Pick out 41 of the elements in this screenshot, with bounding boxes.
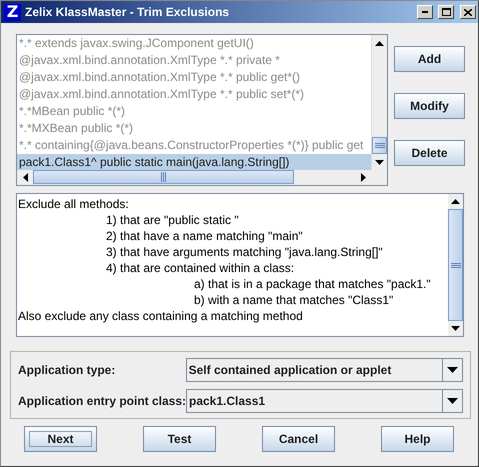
minimize-icon bbox=[422, 11, 428, 13]
dropdown[interactable]: pack1.Class1 bbox=[186, 389, 463, 413]
dialog-button[interactable]: Help bbox=[381, 426, 454, 452]
maximize-icon bbox=[442, 8, 450, 16]
description-line: 2) that have a name matching "main" bbox=[106, 229, 303, 243]
window-title: Zelix KlassMaster - Trim Exclusions bbox=[25, 5, 230, 19]
description-line: 4) that are contained within a class: bbox=[106, 261, 294, 275]
down-arrow-icon bbox=[451, 326, 460, 331]
description-line: 1) that are "public static " bbox=[106, 213, 239, 227]
maximize-button[interactable] bbox=[438, 5, 454, 19]
dialog-button[interactable]: Cancel bbox=[262, 426, 335, 452]
action-button[interactable]: Add bbox=[394, 46, 465, 72]
close-button[interactable] bbox=[460, 5, 476, 19]
grip-icon bbox=[374, 143, 384, 148]
horizontal-scrollbar[interactable] bbox=[17, 170, 371, 185]
dropdown-arrow-icon bbox=[447, 367, 458, 373]
dropdown-arrow-icon bbox=[447, 398, 458, 404]
app-logo: Z bbox=[4, 4, 21, 20]
description-line: 3) that have arguments matching "java.lang.String[]" bbox=[106, 245, 383, 259]
action-button[interactable]: Modify bbox=[394, 93, 465, 119]
description-line: Also exclude any class containing a matching method bbox=[18, 309, 303, 323]
list-item[interactable]: pack1.Class1^ public static main(java.lang.String[]) bbox=[17, 154, 371, 170]
minimize-button[interactable] bbox=[417, 5, 433, 19]
grip-icon bbox=[161, 172, 166, 182]
vertical-scrollbar[interactable] bbox=[371, 35, 387, 170]
dropdown[interactable]: Self contained application or applet bbox=[186, 358, 463, 382]
field-label: Application entry point class: bbox=[18, 394, 186, 408]
dialog-button[interactable]: Next bbox=[24, 426, 97, 452]
up-arrow-icon bbox=[375, 40, 384, 46]
up-arrow-icon bbox=[451, 199, 460, 204]
left-arrow-icon bbox=[22, 173, 28, 182]
down-arrow-icon bbox=[375, 160, 384, 164]
description-line: b) with a name that matches "Class1" bbox=[194, 293, 394, 307]
dialog-button[interactable]: Test bbox=[143, 426, 216, 452]
close-icon bbox=[464, 8, 472, 16]
field-label: Application type: bbox=[18, 363, 116, 377]
right-arrow-icon bbox=[360, 173, 366, 182]
action-button[interactable]: Delete bbox=[394, 140, 465, 166]
grip-icon bbox=[450, 262, 460, 268]
description-line: Exclude all methods: bbox=[18, 197, 129, 211]
description-line: a) that is in a package that matches "pack1." bbox=[194, 277, 431, 291]
